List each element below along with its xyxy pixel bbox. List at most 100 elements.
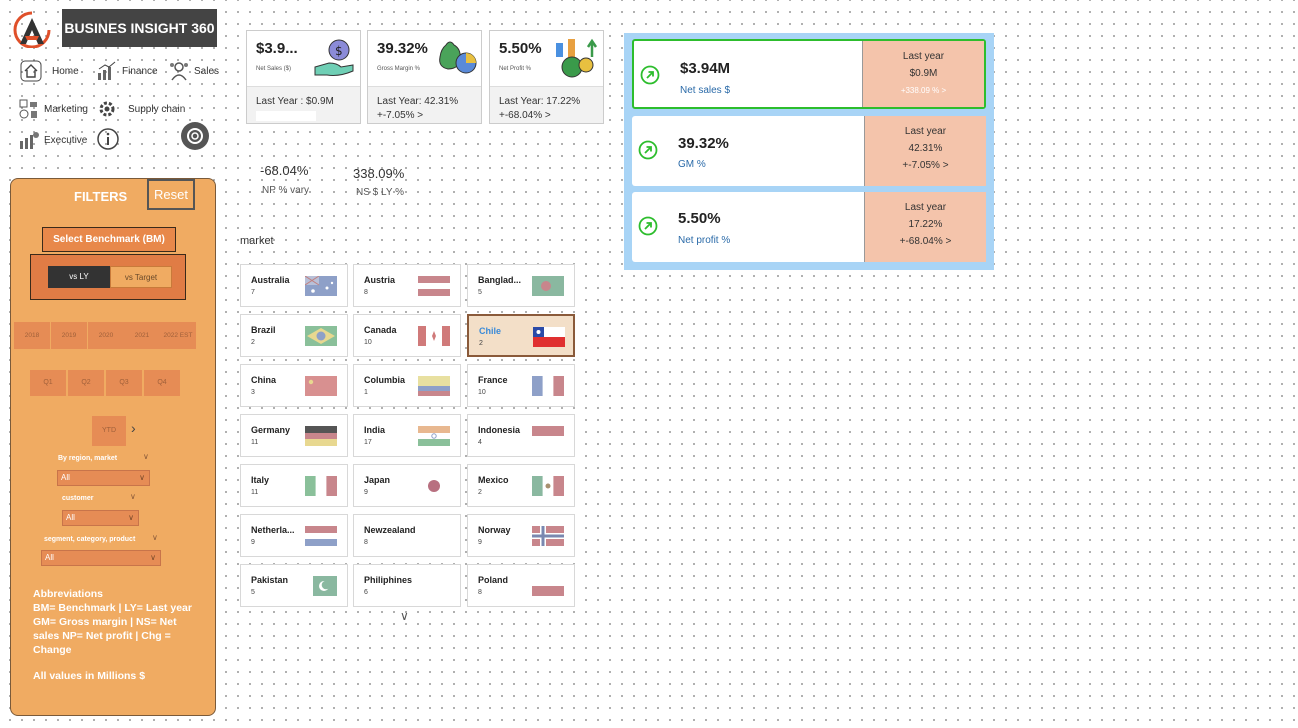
quarter-q4[interactable]: Q4 [144,370,181,396]
summary-value: 5.50% [678,210,721,227]
market-tile-china[interactable]: China 3 [240,364,348,407]
reset-button[interactable]: Reset [147,179,195,210]
nav-home[interactable]: Home [20,60,79,82]
india-flag-icon [418,426,450,446]
summary-label: Net profit % [678,235,731,246]
market-tile-chile[interactable]: Chile 2 [467,314,575,357]
year-2020[interactable]: 2020 [88,322,125,349]
market-tile-norway[interactable]: Norway 9 [467,514,575,557]
market-tile-colombia[interactable]: Columbia 1 [353,364,461,407]
market-tile-australia[interactable]: Australia 7 [240,264,348,307]
market-count: 3 [251,389,255,396]
market-tile-none[interactable]: Newzealand 8 [353,514,461,557]
china-flag-icon [305,376,337,396]
australia-flag-icon [305,276,337,296]
chevron-down-icon[interactable]: ∨ [152,533,158,542]
market-tile-india[interactable]: India 17 [353,414,461,457]
market-tile-none[interactable]: Philiphines 6 [353,564,461,607]
year-2019[interactable]: 2019 [51,322,88,349]
toggle-vs-ly[interactable]: vs LY [48,266,110,288]
market-count: 5 [251,589,255,596]
italy-flag-icon [305,476,337,496]
mexico-flag-icon [532,476,564,496]
market-tile-mexico[interactable]: Mexico 2 [467,464,575,507]
np-variance-label: NP % vary [262,185,310,196]
market-name: Pakistan [251,575,289,585]
ytd-button[interactable]: YTD [92,416,126,446]
abbreviations-title: Abbreviations [33,588,104,600]
quarter-q1[interactable]: Q1 [30,370,67,396]
chevron-right-icon[interactable]: › [131,420,136,436]
nav-marketing[interactable]: Marketing [18,98,88,120]
slicer-region-select[interactable]: All ∨ [57,470,150,486]
help-button[interactable] [181,122,209,150]
executive-icon [20,132,39,149]
nav-label: Executive [44,134,88,146]
market-tile-canada[interactable]: Canada 10 [353,314,461,357]
market-tile-germany[interactable]: Germany 11 [240,414,348,457]
market-count: 8 [364,539,368,546]
market-tile-indonesia[interactable]: Indonesia 4 [467,414,575,457]
quarter-q3[interactable]: Q3 [106,370,143,396]
market-name: Japan [364,475,391,485]
market-tile-poland[interactable]: Poland 8 [467,564,575,607]
market-count: 8 [478,589,482,596]
toggle-vs-target[interactable]: vs Target [110,266,172,288]
kpi-card-net-sales[interactable]: $3.9... Net Sales ($) $ Last Year : $0.9… [246,30,361,124]
market-tile-brazil[interactable]: Brazil 2 [240,314,348,357]
market-name: Chile [479,326,502,336]
market-tile-italy[interactable]: Italy 11 [240,464,348,507]
slicer-customer-select[interactable]: All ∨ [62,510,139,526]
market-count: 5 [478,289,482,296]
ly-change: +-7.05% > [902,160,949,171]
market-tile-japan[interactable]: Japan 9 [353,464,461,507]
abbreviations: Abbreviations BM= Benchmark | LY= Last y… [33,587,203,657]
kpi-card-net-profit[interactable]: 5.50% Net Profit % Last Year: 17.22% +-6… [489,30,604,124]
ly-title: Last year [902,51,945,62]
ly-value: 42.31% [908,143,943,154]
info-icon[interactable] [96,127,120,151]
summary-gm[interactable]: 39.32% GM % Last year 42.31% +-7.05% > [632,116,986,186]
kpi-card-gross-margin[interactable]: 39.32% Gross Margin % Last Year: 42.31% … [367,30,482,124]
market-tile-netherlands[interactable]: Netherla... 9 [240,514,348,557]
market-tile-france[interactable]: France 10 [467,364,575,407]
nav-executive[interactable]: Executive [18,129,87,151]
year-2018[interactable]: 2018 [14,322,51,349]
market-tile-pakistan[interactable]: Pakistan 5 [240,564,348,607]
market-count: 11 [251,489,259,496]
trend-up-icon [638,216,658,236]
market-count: 17 [364,439,372,446]
help-icon [187,128,203,144]
market-name: Mexico [478,475,509,485]
kpi-label: Net Sales ($) [256,66,292,72]
nav-supply-chain[interactable]: Supply chain [96,98,185,120]
finance-chart-icon [98,61,116,80]
market-count: 6 [364,589,368,596]
chevron-down-icon[interactable]: ∨ [400,609,409,623]
market-name: Germany [251,425,291,435]
market-name: Austria [364,275,396,285]
quarter-q2[interactable]: Q2 [68,370,105,396]
marketing-icon [19,99,37,119]
chevron-down-icon[interactable]: ∨ [143,452,149,461]
ly-value: 17.22% [908,219,943,230]
year-2022-est[interactable]: 2022 EST [160,322,197,349]
summary-net-sales[interactable]: $3.94M Net sales $ Last year $0.9M +338.… [632,39,986,109]
slicer-segment-select[interactable]: All ∨ [41,550,161,566]
nav-sales[interactable]: Sales [168,60,219,82]
chevron-down-icon[interactable]: ∨ [130,492,136,501]
summary-net-profit[interactable]: 5.50% Net profit % Last year 17.22% +-68… [632,192,986,262]
kpi-footer: Last Year: 42.31% +-7.05% > [368,86,481,123]
market-tile-bangladesh[interactable]: Banglad... 5 [467,264,575,307]
market-name: France [478,375,508,385]
ly-change: +-68.04% > [899,236,952,247]
kpi-value: $3.9... [256,40,298,57]
market-name: Columbia [364,375,406,385]
market-tile-austria[interactable]: Austria 8 [353,264,461,307]
market-count: 2 [479,340,483,347]
market-count: 2 [478,489,482,496]
year-2021[interactable]: 2021 [124,322,161,349]
ns-ly-value: 338.09% [353,166,405,181]
kpi-value: 39.32% [377,40,428,57]
nav-finance[interactable]: Finance [96,60,158,82]
